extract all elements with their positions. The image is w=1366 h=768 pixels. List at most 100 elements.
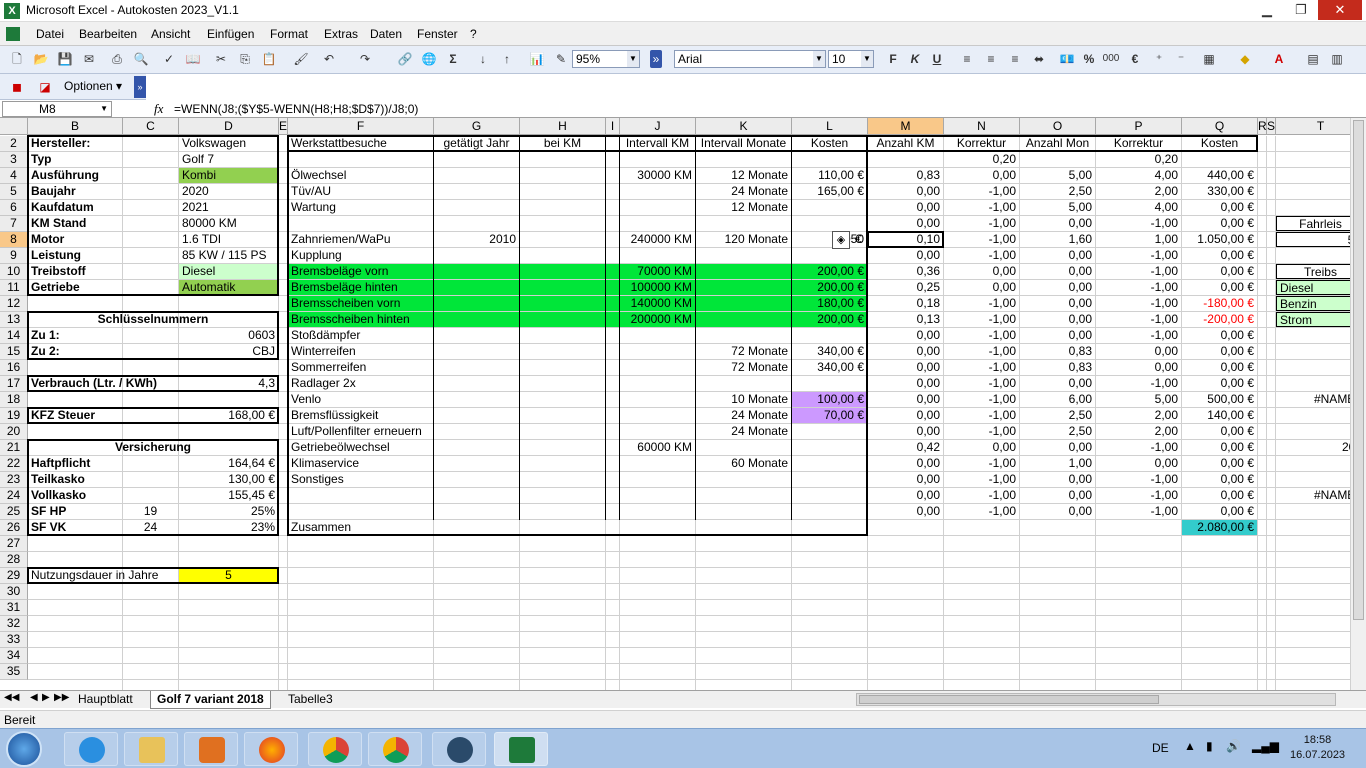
cell-b24[interactable]: Vollkasko xyxy=(28,488,122,503)
cell-n21[interactable]: 0,00 xyxy=(944,440,1019,455)
menu-einfuegen[interactable]: Einfügen xyxy=(207,27,254,41)
align-center-icon[interactable]: ≡ xyxy=(982,50,1000,68)
row-header-29[interactable]: 29 xyxy=(0,568,28,584)
cell-n24[interactable]: -1,00 xyxy=(944,488,1019,503)
cell-o18[interactable]: 6,00 xyxy=(1020,392,1095,407)
taskbar-firefox[interactable] xyxy=(244,732,298,766)
cell-b23[interactable]: Teilkasko xyxy=(28,472,122,487)
cell-k6[interactable]: 12 Monate xyxy=(696,200,791,215)
value-11[interactable]: Automatik xyxy=(179,280,278,295)
cell-m13[interactable]: 0,13 xyxy=(868,312,943,327)
workbook-icon[interactable] xyxy=(6,27,20,41)
cell-d17[interactable]: 4,3 xyxy=(179,376,278,391)
cell-b14[interactable]: Zu 1: xyxy=(28,328,122,343)
header-l[interactable]: Kosten xyxy=(792,136,867,151)
formula-input[interactable]: =WENN(J8;($Y$5-WENN(H8;H8;$D$7))/J8;0) xyxy=(174,102,418,116)
cell-f9[interactable]: Kupplung xyxy=(288,248,433,263)
header-m[interactable]: Anzahl KM xyxy=(868,136,943,151)
cell-k22[interactable]: 60 Monate xyxy=(696,456,791,471)
cell-l11[interactable]: 200,00 € xyxy=(792,280,867,295)
row-header-21[interactable]: 21 xyxy=(0,440,28,456)
vertical-scrollbar[interactable] xyxy=(1350,118,1366,690)
row-header-17[interactable]: 17 xyxy=(0,376,28,392)
value-6[interactable]: 2021 xyxy=(179,200,278,215)
cell-n18[interactable]: -1,00 xyxy=(944,392,1019,407)
hscroll-thumb[interactable] xyxy=(859,695,1159,704)
row-header-35[interactable]: 35 xyxy=(0,664,28,680)
cell-n20[interactable]: -1,00 xyxy=(944,424,1019,439)
header-f[interactable]: Werkstattbesuche xyxy=(288,136,433,151)
cell-m6[interactable]: 0,00 xyxy=(868,200,943,215)
cell-k18[interactable]: 10 Monate xyxy=(696,392,791,407)
row-header-31[interactable]: 31 xyxy=(0,600,28,616)
cell-l15[interactable]: 340,00 € xyxy=(792,344,867,359)
cell-q5[interactable]: 330,00 € xyxy=(1182,184,1257,199)
column-header-j[interactable]: J xyxy=(620,118,696,135)
cell-style-icon[interactable]: ▤ xyxy=(1304,50,1322,68)
cell-f12[interactable]: Bremsscheiben vorn xyxy=(288,296,433,311)
cell-f10[interactable]: Bremsbeläge vorn xyxy=(288,264,433,279)
pdf-icon[interactable]: ◼ xyxy=(8,78,26,96)
column-header-o[interactable]: O xyxy=(1020,118,1096,135)
cell-n3[interactable]: 0,20 xyxy=(944,152,1019,167)
borders-icon[interactable]: ▦ xyxy=(1200,50,1218,68)
cell-q15[interactable]: 0,00 € xyxy=(1182,344,1257,359)
pdf-settings-icon[interactable]: ◪ xyxy=(36,78,54,96)
chevron-down-icon[interactable]: ▼ xyxy=(627,51,639,67)
cell-o8[interactable]: 1,60 xyxy=(1020,232,1095,247)
cell-n9[interactable]: -1,00 xyxy=(944,248,1019,263)
cell-h11[interactable] xyxy=(520,280,605,295)
label-5[interactable]: Baujahr xyxy=(28,184,122,199)
cell-b29[interactable]: Nutzungsdauer in Jahre xyxy=(28,568,178,583)
column-header-s[interactable]: S xyxy=(1267,118,1276,135)
cell-d15[interactable]: CBJ xyxy=(179,344,278,359)
cell-d26[interactable]: 23% xyxy=(179,520,278,535)
menu-fenster[interactable]: Fenster xyxy=(417,27,458,41)
cell-l19[interactable]: 70,00 € xyxy=(792,408,867,423)
cell-p14[interactable]: -1,00 xyxy=(1096,328,1181,343)
cell-q4[interactable]: 440,00 € xyxy=(1182,168,1257,183)
column-header-k[interactable]: K xyxy=(696,118,792,135)
cell-m24[interactable]: 0,00 xyxy=(868,488,943,503)
cell-n14[interactable]: -1,00 xyxy=(944,328,1019,343)
cell-n15[interactable]: -1,00 xyxy=(944,344,1019,359)
cell-m19[interactable]: 0,00 xyxy=(868,408,943,423)
label-8[interactable]: Motor xyxy=(28,232,122,247)
total-label[interactable]: Zusammen xyxy=(288,520,433,535)
zoom-combo[interactable]: 95% ▼ xyxy=(572,50,640,68)
header-o[interactable]: Anzahl Mon xyxy=(1020,136,1095,151)
cell-q8[interactable]: 1.050,00 € xyxy=(1182,232,1257,247)
cell-k8[interactable]: 120 Monate xyxy=(696,232,791,247)
cell-j21[interactable]: 60000 KM xyxy=(620,440,695,455)
cell-j8[interactable]: 240000 KM xyxy=(620,232,695,247)
row-header-7[interactable]: 7 xyxy=(0,216,28,232)
column-header-c[interactable]: C xyxy=(123,118,179,135)
cell-k15[interactable]: 72 Monate xyxy=(696,344,791,359)
cell-k12[interactable] xyxy=(696,296,791,311)
cell-o14[interactable]: 0,00 xyxy=(1020,328,1095,343)
align-left-icon[interactable]: ≡ xyxy=(958,50,976,68)
cell-m8[interactable]: 0,10 xyxy=(868,232,943,247)
cell-p7[interactable]: -1,00 xyxy=(1096,216,1181,231)
cell-f21[interactable]: Getriebeölwechsel xyxy=(288,440,433,455)
fuel-strom[interactable]: Strom xyxy=(1276,312,1350,327)
cell-q18[interactable]: 500,00 € xyxy=(1182,392,1257,407)
cell-m12[interactable]: 0,18 xyxy=(868,296,943,311)
row-header-13[interactable]: 13 xyxy=(0,312,28,328)
menu-help[interactable]: ? xyxy=(470,27,477,41)
cell-d23[interactable]: 130,00 € xyxy=(179,472,278,487)
decrease-decimal-icon[interactable]: ⁻ xyxy=(1172,50,1190,68)
cell-l12[interactable]: 180,00 € xyxy=(792,296,867,311)
header-h[interactable]: bei KM xyxy=(520,136,605,151)
cell-o22[interactable]: 1,00 xyxy=(1020,456,1095,471)
chevron-down-icon[interactable]: ▼ xyxy=(861,51,873,67)
cell-m21[interactable]: 0,42 xyxy=(868,440,943,455)
cell-j10[interactable]: 70000 KM xyxy=(620,264,695,279)
cell-f8[interactable]: Zahnriemen/WaPu xyxy=(288,232,433,247)
chart-wizard-icon[interactable]: 📊 xyxy=(528,50,546,68)
percent-button[interactable]: % xyxy=(1080,50,1098,68)
cell-n10[interactable]: 0,00 xyxy=(944,264,1019,279)
hyperlink-icon[interactable]: 🔗 xyxy=(396,50,414,68)
row-header-22[interactable]: 22 xyxy=(0,456,28,472)
cell-p24[interactable]: -1,00 xyxy=(1096,488,1181,503)
